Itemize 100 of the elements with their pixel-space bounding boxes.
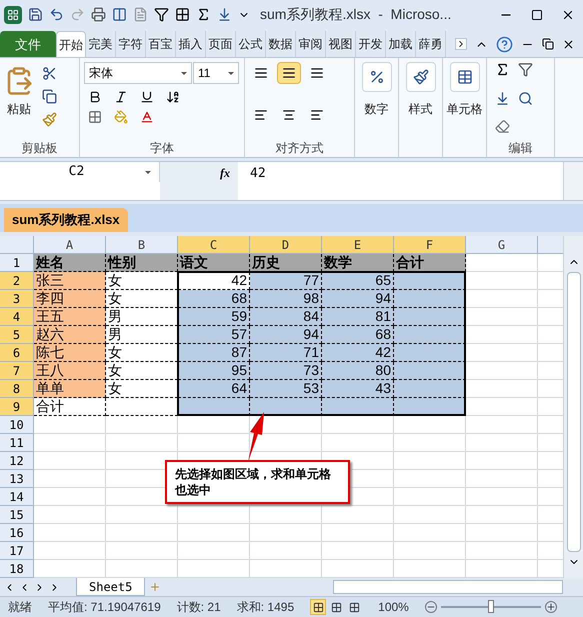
- scissors-icon[interactable]: [42, 66, 57, 82]
- paintbrush-icon[interactable]: [42, 112, 57, 128]
- row-header[interactable]: 15: [0, 506, 34, 524]
- group-label: 对齐方式: [274, 140, 324, 158]
- formula-value: 42: [249, 165, 267, 184]
- row-header[interactable]: 8: [0, 380, 34, 398]
- sum-icon[interactable]: [495, 62, 510, 78]
- table-cell: 女: [106, 272, 178, 290]
- file-tab[interactable]: 文件: [0, 31, 56, 58]
- layout-icon[interactable]: [112, 7, 127, 22]
- column-header[interactable]: E: [322, 236, 394, 254]
- table-cell: 57: [178, 326, 250, 344]
- bold-icon[interactable]: [88, 90, 102, 104]
- group-label: 编辑: [508, 140, 534, 158]
- zoom-out-icon[interactable]: [424, 601, 437, 614]
- align-button[interactable]: [277, 62, 301, 84]
- horizontal-scrollbar[interactable]: [333, 580, 563, 594]
- table-cell: 68: [322, 326, 394, 344]
- table-cell: 语文: [178, 254, 250, 272]
- ribbon-button[interactable]: 单元格: [447, 62, 482, 140]
- status-count: 计数: 21: [176, 599, 221, 616]
- font-name-field[interactable]: 宋体: [84, 62, 192, 84]
- row-header[interactable]: 9: [0, 398, 34, 416]
- column-header[interactable]: G: [466, 236, 538, 254]
- border-icon[interactable]: [88, 110, 102, 124]
- row-header[interactable]: 11: [0, 434, 34, 452]
- zoom-in-icon[interactable]: [544, 601, 557, 614]
- align-lines-icon: [282, 66, 296, 80]
- maximize-icon[interactable]: [531, 8, 543, 21]
- row-header[interactable]: 18: [0, 560, 34, 578]
- table-cell: 张三: [34, 272, 106, 290]
- table-cell: 94: [322, 290, 394, 308]
- group-label: 剪贴板: [20, 140, 58, 158]
- row-header[interactable]: 14: [0, 488, 34, 506]
- table-cell: [394, 344, 466, 362]
- restore-icon[interactable]: [542, 38, 554, 50]
- ribbon-tab[interactable]: 开始: [56, 31, 86, 58]
- table-cell: 陈七: [34, 344, 106, 362]
- help-icon[interactable]: [496, 36, 513, 53]
- font-size-field[interactable]: 11: [193, 62, 239, 84]
- row-header[interactable]: 3: [0, 290, 34, 308]
- workbook-tab[interactable]: sum系列教程.xlsx: [4, 208, 128, 232]
- formula-scrollbar[interactable]: [563, 162, 583, 200]
- align-lines-icon: [282, 108, 296, 122]
- close-icon[interactable]: [562, 38, 575, 51]
- insert-function-button[interactable]: fx: [220, 164, 230, 182]
- insert-icon[interactable]: [217, 7, 232, 22]
- row-header[interactable]: 6: [0, 344, 34, 362]
- font-size-icon[interactable]: [166, 90, 180, 104]
- table-cell: 男: [106, 308, 178, 326]
- table-cell: 42: [178, 272, 250, 290]
- undo-icon[interactable]: [49, 7, 64, 22]
- table-cell: 95: [178, 362, 250, 380]
- italic-icon[interactable]: [114, 90, 128, 104]
- font-color-icon[interactable]: [140, 110, 154, 124]
- ribbon-button[interactable]: 样式: [403, 62, 438, 140]
- column-header[interactable]: F: [394, 236, 466, 254]
- table-cell: 王五: [34, 308, 106, 326]
- find-icon[interactable]: [518, 90, 533, 106]
- table-cell: 女: [106, 290, 178, 308]
- table-cell: 98: [250, 290, 322, 308]
- excel-logo-icon: [4, 6, 22, 24]
- row-header[interactable]: 10: [0, 416, 34, 434]
- row-header[interactable]: 5: [0, 326, 34, 344]
- row-header[interactable]: 7: [0, 362, 34, 380]
- filter-icon[interactable]: [154, 7, 169, 22]
- eraser-icon[interactable]: [495, 118, 510, 134]
- row-header[interactable]: 4: [0, 308, 34, 326]
- row-header[interactable]: 17: [0, 542, 34, 560]
- zoom-slider-thumb[interactable]: [488, 600, 494, 614]
- view-button[interactable]: [310, 599, 326, 616]
- paste-button[interactable]: 粘贴: [4, 62, 34, 140]
- print-preview-icon[interactable]: [91, 7, 106, 22]
- row-header[interactable]: 2: [0, 272, 34, 290]
- sheet-tab[interactable]: Sheet5: [76, 578, 146, 596]
- column-header[interactable]: C: [178, 236, 250, 254]
- underline-icon[interactable]: [140, 90, 154, 104]
- table-cell: 73: [250, 362, 322, 380]
- row-header[interactable]: 1: [0, 254, 34, 272]
- row-header[interactable]: 12: [0, 452, 34, 470]
- copy-icon[interactable]: [42, 89, 57, 104]
- sum-icon[interactable]: [196, 7, 211, 22]
- borders-icon[interactable]: [175, 7, 190, 22]
- sort-filter-icon[interactable]: [518, 62, 533, 78]
- status-sum: 求和: 1495: [236, 599, 294, 616]
- scroll-right-icon[interactable]: [455, 38, 467, 50]
- save-icon[interactable]: [28, 7, 43, 22]
- caret-icon: [181, 72, 187, 75]
- table-icon: [456, 69, 472, 86]
- fill-icon[interactable]: [495, 90, 510, 106]
- table-cell: 43: [322, 380, 394, 398]
- fill-color-icon[interactable]: [114, 110, 128, 124]
- scrollbar-thumb[interactable]: [566, 272, 580, 552]
- status-mode: 就绪: [8, 599, 32, 616]
- zoom-level: 100%: [378, 599, 409, 616]
- row-header[interactable]: 13: [0, 470, 34, 488]
- column-header[interactable]: D: [250, 236, 322, 254]
- table-cell: 历史: [250, 254, 322, 272]
- ribbon-button[interactable]: 数字: [359, 62, 394, 140]
- row-header[interactable]: 16: [0, 524, 34, 542]
